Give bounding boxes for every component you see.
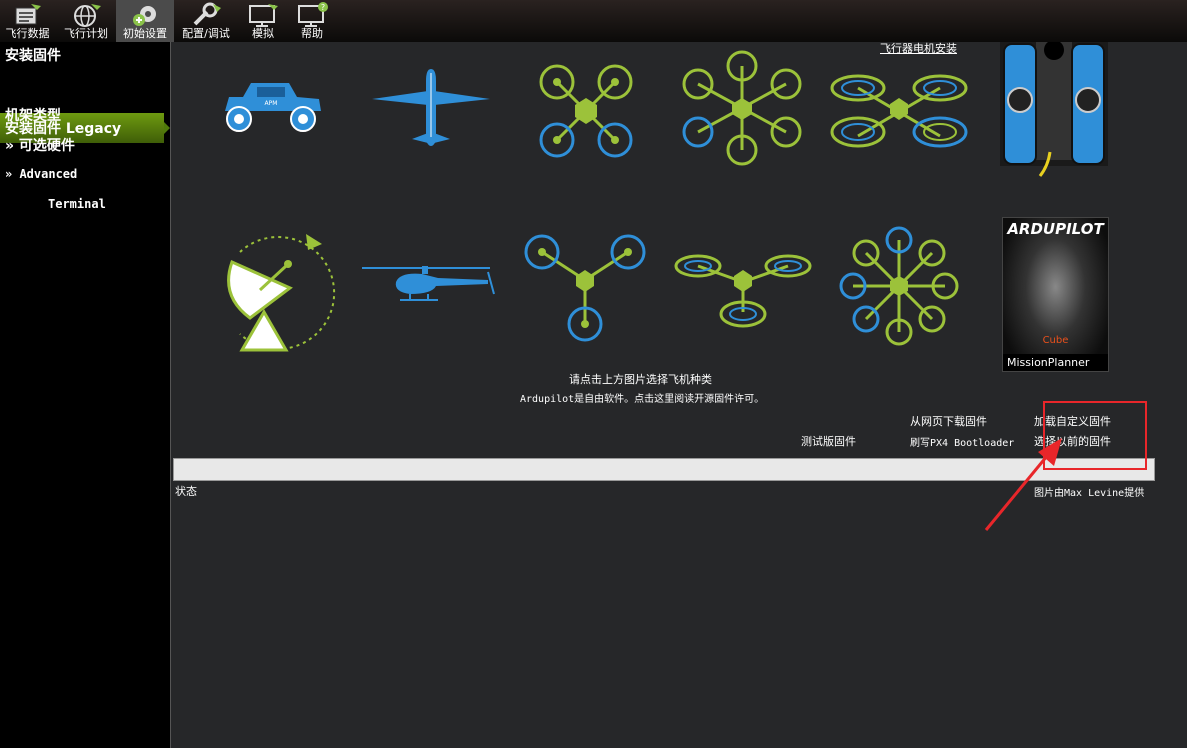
balance-bot-frame-image[interactable] — [1000, 42, 1108, 178]
helicopter-frame-image[interactable] — [360, 262, 502, 306]
top-toolbar: 飞行数据 飞行计划 初始设置 配置/调试 模拟 ? 帮助 — [0, 0, 1187, 42]
toolbar-flight-data[interactable]: 飞行数据 — [0, 0, 55, 42]
toolbar-help[interactable]: ? 帮助 — [290, 0, 334, 42]
cube-brand-text: ARDUPILOT — [1007, 220, 1104, 238]
toolbar-label: 飞行计划 — [64, 27, 108, 40]
quad-frame-image[interactable] — [535, 60, 637, 162]
rover-frame-image[interactable]: APM — [215, 75, 327, 135]
cube-label: Cube — [1042, 335, 1069, 346]
plane-frame-image[interactable] — [370, 67, 492, 153]
sidebar-item-frame-type[interactable]: 机架类型 — [5, 105, 61, 125]
sidebar: 安装固件 安装固件 Legacy 机架类型 » 可选硬件 » Advanced … — [0, 42, 171, 748]
beta-firmware-link[interactable]: 测试版固件 — [801, 433, 856, 449]
toolbar-label: 配置/调试 — [182, 27, 230, 40]
sidebar-item-advanced[interactable]: » Advanced — [5, 167, 77, 181]
toolbar-label: 初始设置 — [123, 27, 167, 40]
instruction-text: 请点击上方图片选择飞机种类 — [569, 373, 712, 386]
tricopter-frame-image[interactable] — [522, 232, 648, 344]
hexa-frame-image[interactable] — [680, 50, 804, 166]
download-web-firmware-link[interactable]: 从网页下载固件 — [910, 413, 987, 429]
toolbar-label: 帮助 — [301, 27, 323, 40]
svg-text:?: ? — [321, 3, 325, 12]
status-label: 状态 — [175, 485, 197, 498]
antenna-tracker-frame-image[interactable] — [210, 226, 340, 354]
cube-mission-planner-image[interactable]: ARDUPILOT Cube MissionPlanner — [1002, 217, 1109, 372]
octa-frame-image[interactable] — [838, 226, 960, 346]
sidebar-item-optional-hardware[interactable]: » 可选硬件 — [5, 135, 75, 155]
motor-setup-link[interactable]: 飞行器电机安装 — [880, 40, 957, 56]
toolbar-simulation[interactable]: 模拟 — [240, 0, 286, 42]
toolbar-initial-setup[interactable]: 初始设置 — [116, 0, 174, 42]
toolbar-flight-plan[interactable]: 飞行计划 — [58, 0, 114, 42]
license-link[interactable]: Ardupilot是自由软件。点击这里阅读开源固件许可。 — [520, 390, 764, 405]
sidebar-item-install-firmware[interactable]: 安装固件 — [5, 45, 61, 65]
annotation-arrow-icon — [984, 438, 1062, 531]
y6-frame-image[interactable] — [672, 248, 814, 334]
toolbar-label: 模拟 — [252, 27, 274, 40]
sidebar-item-terminal[interactable]: Terminal — [48, 197, 106, 211]
toolbar-label: 飞行数据 — [5, 27, 50, 40]
svg-text:APM: APM — [265, 100, 278, 107]
toolbar-config-tuning[interactable]: 配置/调试 — [178, 0, 234, 42]
octa-quad-frame-image[interactable] — [828, 68, 970, 156]
cube-mp-label: MissionPlanner — [1007, 356, 1090, 369]
